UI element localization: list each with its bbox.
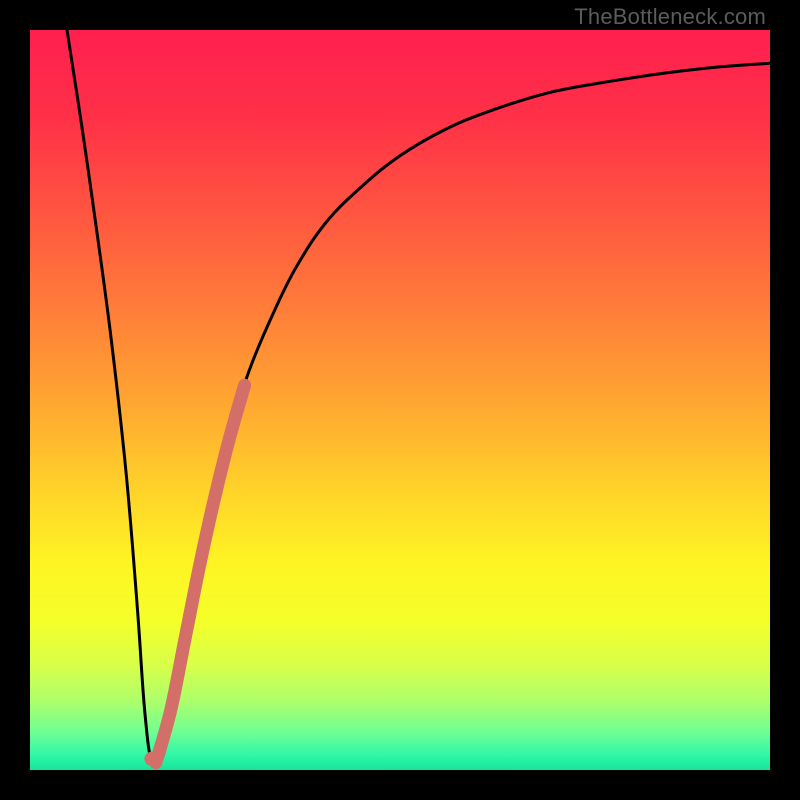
watermark-text: TheBottleneck.com [574,4,766,30]
curve-layer [30,30,770,770]
highlight-segment [156,385,245,762]
bottleneck-curve [67,30,770,767]
curve-anchor-dot [144,752,158,766]
chart-frame: TheBottleneck.com [0,0,800,800]
plot-area [30,30,770,770]
